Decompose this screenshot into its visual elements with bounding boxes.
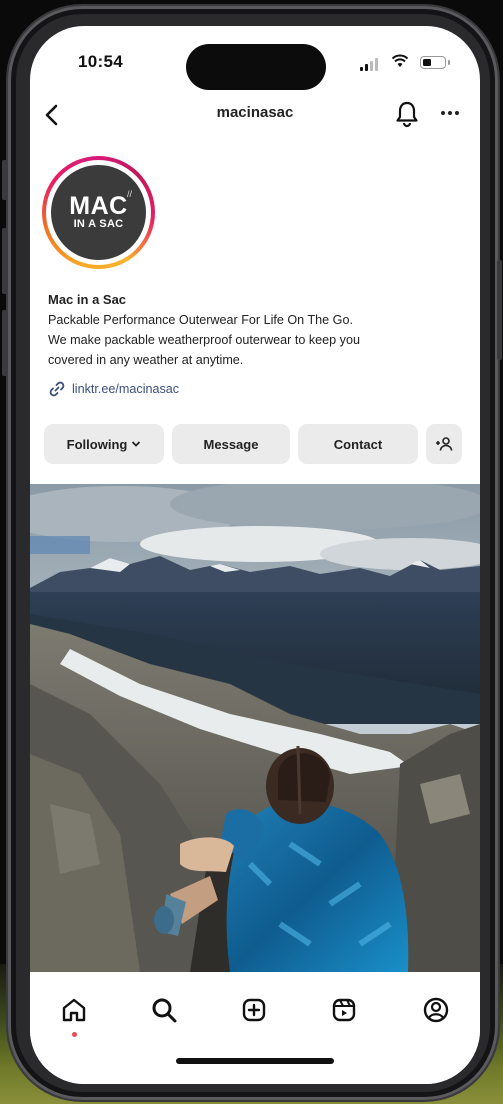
home-icon [62, 998, 86, 1022]
home-notification-dot [72, 1032, 77, 1037]
reels-icon [332, 998, 356, 1022]
power-button [497, 260, 502, 360]
bio-link-text: linktr.ee/macinasac [72, 382, 180, 396]
home-indicator [176, 1058, 334, 1064]
chevron-down-icon [132, 441, 141, 447]
device-mockup: 10:54 macinasac // MAC IN A SAC Mac in a… [0, 0, 503, 1104]
status-bar: 10:54 [30, 26, 480, 100]
battery-icon [420, 56, 450, 69]
volume-up-button [2, 228, 7, 294]
bio-link[interactable]: linktr.ee/macinasac [48, 380, 179, 398]
profile-actions: Following Message Contact [44, 424, 470, 464]
search-tab[interactable] [146, 992, 182, 1028]
message-button[interactable]: Message [172, 424, 290, 464]
search-icon [152, 998, 177, 1023]
following-button[interactable]: Following [44, 424, 164, 464]
logo-text-mac: MAC [69, 192, 128, 220]
link-icon [49, 381, 65, 397]
mute-switch [2, 160, 7, 200]
reels-tab[interactable] [326, 992, 362, 1028]
mountain-hiker-image [30, 484, 480, 972]
status-time: 10:54 [78, 52, 123, 71]
contact-button[interactable]: Contact [298, 424, 418, 464]
profile-header: macinasac [30, 96, 480, 140]
bio-line-1: Packable Performance Outerwear For Life … [48, 313, 353, 327]
profile-avatar[interactable]: // MAC IN A SAC [42, 156, 155, 269]
suggested-accounts-button[interactable] [426, 424, 462, 464]
brand-logo: // MAC IN A SAC [51, 165, 146, 260]
profile-display-name: Mac in a Sac [48, 292, 127, 307]
logo-text-in-a-sac: IN A SAC [73, 218, 124, 230]
profile-bio: Mac in a Sac Packable Performance Outerw… [48, 292, 468, 370]
dynamic-island [186, 44, 326, 90]
bio-line-2: We make packable weatherproof outerwear … [48, 333, 360, 347]
signal-icon [360, 58, 378, 71]
home-tab[interactable] [56, 992, 92, 1028]
message-label: Message [203, 436, 259, 452]
following-label: Following [66, 436, 128, 452]
add-person-icon [436, 437, 453, 451]
notification-bell-icon[interactable] [392, 98, 422, 130]
volume-down-button [2, 310, 7, 376]
contact-label: Contact [333, 436, 383, 452]
create-tab[interactable] [236, 992, 272, 1028]
profile-icon [423, 997, 449, 1023]
more-options-icon[interactable] [435, 98, 465, 128]
wifi-icon [392, 54, 408, 67]
logo-swoosh-icon: // [126, 189, 132, 199]
profile-tab[interactable] [418, 992, 454, 1028]
phone-screen: 10:54 macinasac // MAC IN A SAC Mac in a… [30, 26, 480, 1084]
bio-line-3: covered in any weather at anytime. [48, 353, 244, 367]
bottom-tab-bar [30, 974, 480, 1084]
create-icon [242, 998, 266, 1022]
post-photo[interactable] [30, 484, 480, 972]
